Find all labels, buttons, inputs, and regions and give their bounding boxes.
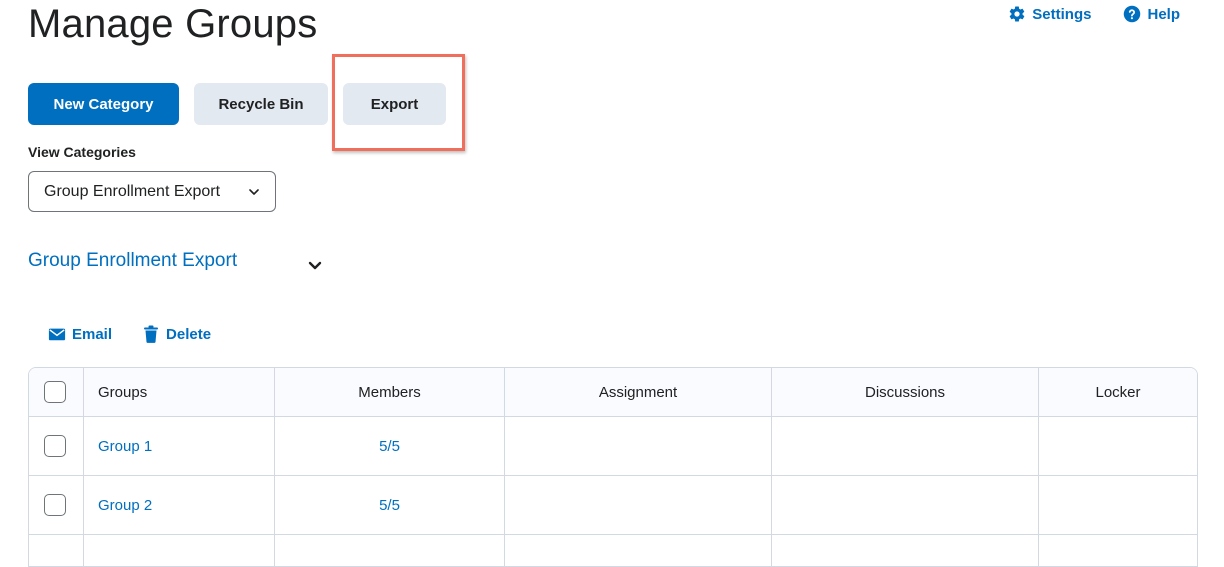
collapse-chevron-icon[interactable] bbox=[306, 256, 324, 274]
row-select-cell bbox=[29, 476, 84, 535]
row-checkbox[interactable] bbox=[44, 435, 66, 457]
delete-label: Delete bbox=[166, 326, 211, 343]
table-header-row: Groups Members Assignment Discussions Lo… bbox=[29, 368, 1197, 417]
row-checkbox[interactable] bbox=[44, 494, 66, 516]
chevron-down-icon bbox=[247, 185, 261, 199]
locker-cell bbox=[1039, 476, 1198, 535]
table-row: Group 2 5/5 bbox=[29, 476, 1197, 535]
help-link[interactable]: Help bbox=[1123, 5, 1180, 23]
delete-button[interactable]: Delete bbox=[142, 325, 211, 343]
view-categories-label: View Categories bbox=[28, 144, 136, 160]
question-circle-icon bbox=[1123, 5, 1141, 23]
locker-cell bbox=[1039, 417, 1198, 476]
groups-table: Groups Members Assignment Discussions Lo… bbox=[28, 367, 1198, 567]
group-actions: Email Delete bbox=[48, 325, 211, 343]
new-category-button[interactable]: New Category bbox=[28, 83, 179, 125]
table-row: Group 1 5/5 bbox=[29, 417, 1197, 476]
trash-icon bbox=[142, 325, 160, 343]
top-links: Settings Help bbox=[1008, 5, 1180, 23]
members-link[interactable]: 5/5 bbox=[379, 497, 400, 514]
header-assignment: Assignment bbox=[505, 368, 772, 417]
members-cell: 5/5 bbox=[275, 417, 505, 476]
help-label: Help bbox=[1147, 6, 1180, 23]
header-members: Members bbox=[275, 368, 505, 417]
discussions-cell bbox=[772, 476, 1039, 535]
view-categories-select[interactable]: Group Enrollment Export bbox=[28, 171, 276, 212]
category-title-link[interactable]: Group Enrollment Export bbox=[28, 250, 237, 272]
group-link[interactable]: Group 1 bbox=[98, 438, 152, 455]
view-categories-selected: Group Enrollment Export bbox=[44, 183, 220, 201]
settings-label: Settings bbox=[1032, 6, 1091, 23]
members-cell: 5/5 bbox=[275, 476, 505, 535]
header-discussions: Discussions bbox=[772, 368, 1039, 417]
export-highlight-box bbox=[332, 54, 465, 151]
group-cell: Group 2 bbox=[84, 476, 275, 535]
email-button[interactable]: Email bbox=[48, 325, 112, 343]
assignment-cell bbox=[505, 417, 772, 476]
group-link[interactable]: Group 2 bbox=[98, 497, 152, 514]
select-all-cell bbox=[29, 368, 84, 417]
header-groups[interactable]: Groups bbox=[84, 368, 275, 417]
header-locker: Locker bbox=[1039, 368, 1198, 417]
discussions-cell bbox=[772, 417, 1039, 476]
email-label: Email bbox=[72, 326, 112, 343]
row-select-cell bbox=[29, 417, 84, 476]
gear-icon bbox=[1008, 5, 1026, 23]
members-link[interactable]: 5/5 bbox=[379, 438, 400, 455]
group-cell: Group 1 bbox=[84, 417, 275, 476]
table-row bbox=[29, 535, 1197, 567]
page-title: Manage Groups bbox=[28, 0, 317, 48]
assignment-cell bbox=[505, 476, 772, 535]
envelope-icon bbox=[48, 325, 66, 343]
select-all-checkbox[interactable] bbox=[44, 381, 66, 403]
recycle-bin-button[interactable]: Recycle Bin bbox=[194, 83, 328, 125]
settings-link[interactable]: Settings bbox=[1008, 5, 1091, 23]
